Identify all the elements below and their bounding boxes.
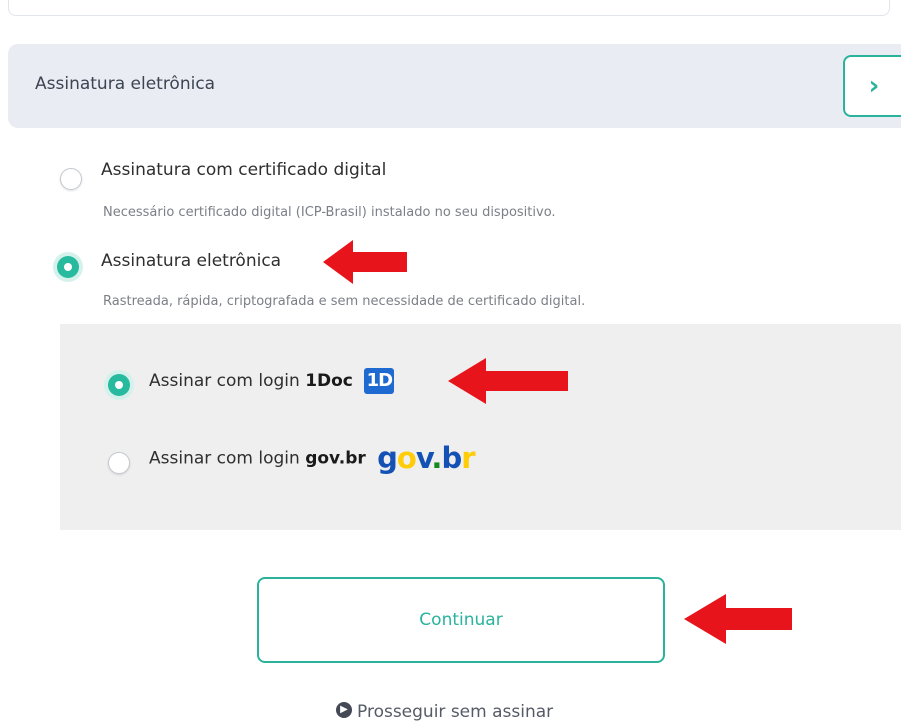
- chevron-right-icon: ›: [868, 71, 880, 101]
- radio-certificado-digital[interactable]: [60, 168, 82, 190]
- login-govbr-brand: gov.br: [305, 448, 366, 469]
- login-govbr-prefix: Assinar com login: [149, 448, 300, 469]
- top-card: [8, 0, 890, 16]
- govbr-logo-icon: gov.br: [377, 441, 475, 475]
- login-options-panel: Assinar com login 1Doc 1D Assinar com lo…: [60, 324, 901, 530]
- annotation-arrow-left-icon: [684, 594, 792, 644]
- login-1doc-label[interactable]: Assinar com login 1Doc 1D: [149, 368, 395, 394]
- login-1doc-brand: 1Doc: [305, 371, 353, 391]
- login-1doc-prefix: Assinar com login: [149, 371, 300, 391]
- expand-button[interactable]: ›: [843, 55, 901, 117]
- section-title: Assinatura eletrônica: [35, 74, 216, 94]
- section-header: Assinatura eletrônica ›: [8, 44, 901, 128]
- arrow-circle-right-icon: ▶: [336, 702, 352, 718]
- proceed-link-label: Prosseguir sem assinar: [357, 702, 554, 722]
- radio-login-govbr[interactable]: [108, 452, 130, 474]
- login-govbr-label[interactable]: Assinar com login gov.br gov.br: [149, 441, 476, 475]
- radio-assinatura-eletronica[interactable]: [57, 256, 79, 278]
- annotation-arrow-left-icon: [448, 358, 568, 404]
- option-eletronica-label[interactable]: Assinatura eletrônica: [101, 251, 281, 271]
- continue-button[interactable]: Continuar: [257, 577, 665, 663]
- option-certificado-label[interactable]: Assinatura com certificado digital: [101, 160, 386, 180]
- option-eletronica-description: Rastreada, rápida, criptografada e sem n…: [103, 294, 586, 309]
- option-certificado-description: Necessário certificado digital (ICP-Bras…: [103, 205, 556, 220]
- continue-button-label: Continuar: [419, 610, 503, 630]
- radio-login-1doc[interactable]: [108, 374, 130, 396]
- 1doc-logo-icon: 1D: [364, 368, 395, 394]
- proceed-without-signing-link[interactable]: ▶ Prosseguir sem assinar: [336, 702, 553, 722]
- annotation-arrow-left-icon: [323, 240, 407, 284]
